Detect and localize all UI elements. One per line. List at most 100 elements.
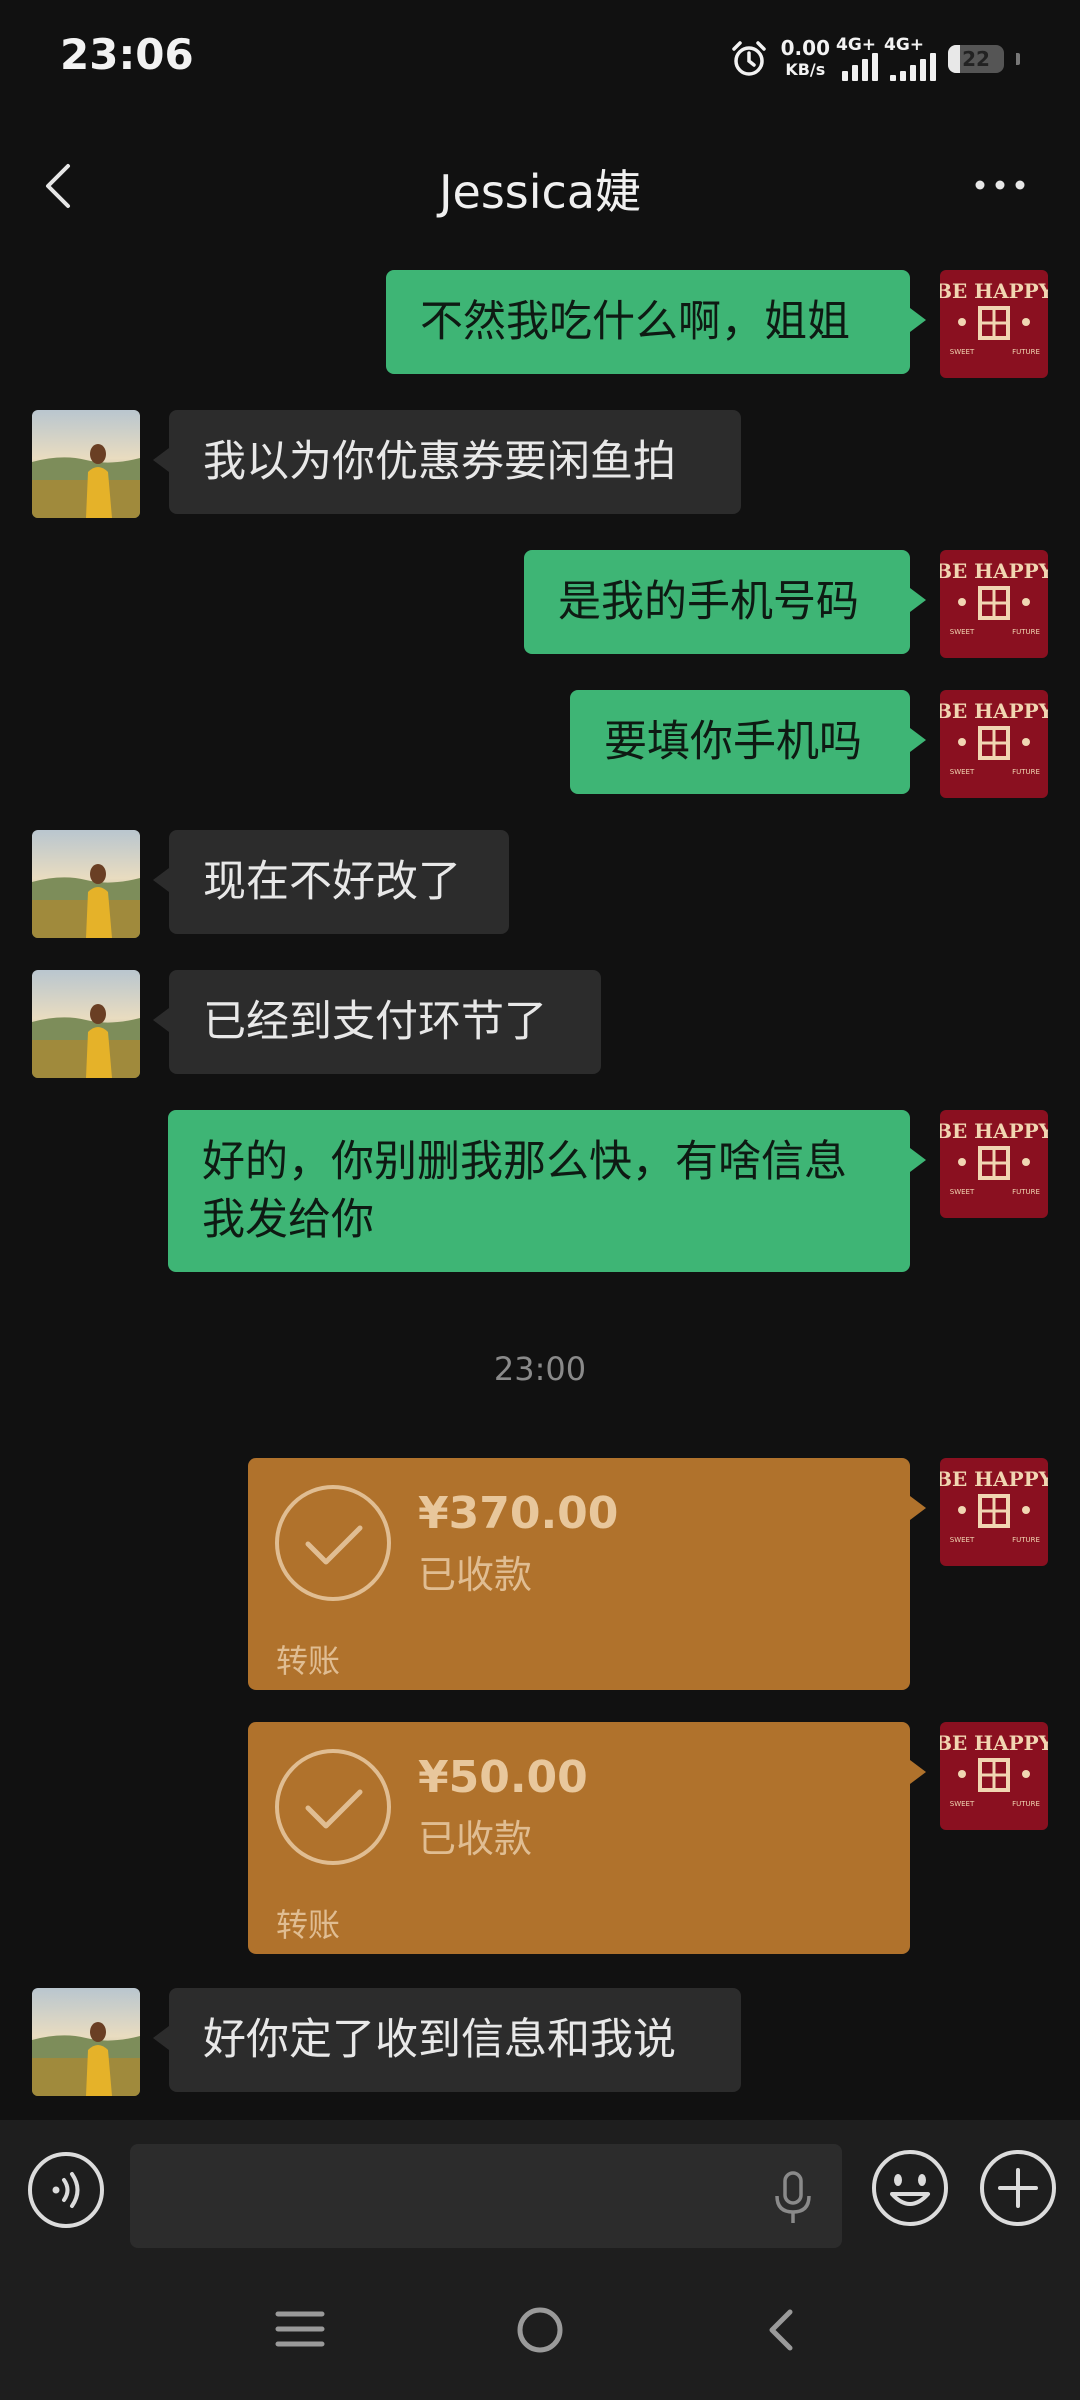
- message-row: 要填你手机吗 BE HAPPY SWEET FUTURE: [0, 690, 1080, 800]
- status-time: 23:06: [60, 30, 194, 79]
- voice-mode-icon[interactable]: [26, 2150, 106, 2230]
- svg-text:SWEET: SWEET: [950, 1536, 975, 1544]
- svg-text:SWEET: SWEET: [950, 628, 975, 636]
- transfer-card[interactable]: ¥50.00 已收款 转账: [248, 1722, 926, 1954]
- network-speed-unit: KB/s: [785, 60, 826, 79]
- svg-text:BE HAPPY: BE HAPPY: [940, 699, 1048, 723]
- message-row: ¥50.00 已收款 转账 BE HAPPY SWEET FUTURE: [0, 1722, 1080, 1956]
- chat-title: Jessica婕: [438, 165, 642, 219]
- avatar-self[interactable]: BE HAPPY SWEET FUTURE: [940, 1458, 1048, 1566]
- message-bubble-other[interactable]: 好你定了收到信息和我说: [153, 1988, 741, 2092]
- happy-avatar-icon: BE HAPPY SWEET FUTURE: [940, 550, 1048, 658]
- happy-avatar-icon: BE HAPPY SWEET FUTURE: [940, 270, 1048, 378]
- transfer-kind: 转账: [276, 1906, 341, 1944]
- signal-sim1-icon: 4G+: [836, 35, 878, 81]
- message-row: ¥370.00 已收款 转账 BE HAPPY SWEET FUTURE: [0, 1458, 1080, 1692]
- message-row: 是我的手机号码 BE HAPPY SWEET FUTURE: [0, 550, 1080, 660]
- avatar-self[interactable]: BE HAPPY SWEET FUTURE: [940, 270, 1048, 378]
- time-separator: 23:00: [493, 1350, 587, 1388]
- svg-text:BE HAPPY: BE HAPPY: [940, 559, 1048, 583]
- avatar-self[interactable]: BE HAPPY SWEET FUTURE: [940, 1110, 1048, 1218]
- message-text: 已经到支付环节了: [203, 997, 547, 1047]
- message-text-line: 好的，你别删我那么快，有啥信息: [202, 1137, 847, 1187]
- svg-text:FUTURE: FUTURE: [1012, 628, 1040, 636]
- message-row: 好你定了收到信息和我说: [0, 1988, 1080, 2098]
- back-nav-icon[interactable]: [756, 2300, 806, 2360]
- svg-text:SWEET: SWEET: [950, 1800, 975, 1808]
- svg-text:BE HAPPY: BE HAPPY: [940, 1119, 1048, 1143]
- svg-text:SWEET: SWEET: [950, 348, 975, 356]
- message-text: 好你定了收到信息和我说: [203, 2015, 676, 2065]
- svg-text:FUTURE: FUTURE: [1012, 1800, 1040, 1808]
- message-bubble-other[interactable]: 现在不好改了: [153, 830, 509, 934]
- transfer-card[interactable]: ¥370.00 已收款 转账: [248, 1458, 926, 1690]
- avatar-other[interactable]: [32, 1988, 140, 2096]
- plus-icon[interactable]: [978, 2148, 1058, 2228]
- message-bubble-other[interactable]: 我以为你优惠券要闲鱼拍: [153, 410, 741, 514]
- status-bar: 23:06 0.00 KB/s 4G+ 4G+ 22: [0, 0, 1080, 116]
- svg-text:SWEET: SWEET: [950, 768, 975, 776]
- message-bubble-self[interactable]: 好的，你别删我那么快，有啥信息 我发给你: [168, 1110, 926, 1272]
- message-row: 不然我吃什么啊，姐姐 BE HAPPY SWEET FUTURE: [0, 270, 1080, 380]
- message-text-line: 我发给你: [202, 1195, 374, 1245]
- transfer-amount: ¥370.00: [418, 1488, 619, 1539]
- contact-photo-icon: [32, 1988, 140, 2096]
- message-text: 要填你手机吗: [604, 717, 862, 767]
- avatar-other[interactable]: [32, 830, 140, 938]
- avatar-self[interactable]: BE HAPPY SWEET FUTURE: [940, 550, 1048, 658]
- input-bar: [0, 2120, 1080, 2260]
- sim1-label: 4G+: [836, 35, 877, 55]
- message-text: 是我的手机号码: [558, 577, 859, 627]
- happy-avatar-icon: BE HAPPY SWEET FUTURE: [940, 690, 1048, 798]
- svg-text:FUTURE: FUTURE: [1012, 1536, 1040, 1544]
- message-list[interactable]: 不然我吃什么啊，姐姐 BE HAPPY SWEET FUTURE 我以为你优惠券…: [0, 256, 1080, 2120]
- svg-text:FUTURE: FUTURE: [1012, 1188, 1040, 1196]
- message-bubble-self[interactable]: 是我的手机号码: [524, 550, 926, 654]
- avatar-self[interactable]: BE HAPPY SWEET FUTURE: [940, 1722, 1048, 1830]
- transfer-kind: 转账: [276, 1642, 341, 1680]
- message-input[interactable]: [130, 2144, 842, 2248]
- more-horizontal-icon[interactable]: [970, 160, 1030, 210]
- svg-text:FUTURE: FUTURE: [1012, 768, 1040, 776]
- message-row: 好的，你别删我那么快，有啥信息 我发给你 BE HAPPY SWEET FUTU…: [0, 1110, 1080, 1274]
- contact-photo-icon: [32, 970, 140, 1078]
- system-nav-bar: [0, 2260, 1080, 2400]
- message-text: 不然我吃什么啊，姐姐: [420, 297, 850, 347]
- message-row: 我以为你优惠券要闲鱼拍: [0, 410, 1080, 520]
- happy-avatar-icon: BE HAPPY SWEET FUTURE: [940, 1458, 1048, 1566]
- status-icons: 0.00 KB/s 4G+ 4G+ 22: [729, 34, 1020, 84]
- signal-sim2-icon: 4G+: [884, 35, 936, 81]
- svg-text:SWEET: SWEET: [950, 1188, 975, 1196]
- message-bubble-self[interactable]: 要填你手机吗: [570, 690, 926, 794]
- avatar-other[interactable]: [32, 410, 140, 518]
- svg-text:BE HAPPY: BE HAPPY: [940, 1731, 1048, 1755]
- network-speed: 0.00 KB/s: [781, 38, 830, 80]
- avatar-self[interactable]: BE HAPPY SWEET FUTURE: [940, 690, 1048, 798]
- network-speed-value: 0.00: [780, 36, 830, 60]
- contact-photo-icon: [32, 410, 140, 518]
- battery-level: 22: [962, 47, 990, 71]
- emoji-icon[interactable]: [870, 2148, 950, 2228]
- svg-text:BE HAPPY: BE HAPPY: [940, 1467, 1048, 1491]
- transfer-amount: ¥50.00: [418, 1752, 588, 1803]
- alarm-icon: [731, 41, 766, 76]
- transfer-status: 已收款: [418, 1553, 533, 1597]
- menu-icon[interactable]: [272, 2304, 328, 2354]
- contact-photo-icon: [32, 830, 140, 938]
- message-row: 已经到支付环节了: [0, 970, 1080, 1080]
- happy-avatar-icon: BE HAPPY SWEET FUTURE: [940, 1110, 1048, 1218]
- svg-text:FUTURE: FUTURE: [1012, 348, 1040, 356]
- message-bubble-self[interactable]: 不然我吃什么啊，姐姐: [386, 270, 926, 374]
- transfer-status: 已收款: [418, 1817, 533, 1861]
- chat-header: Jessica婕: [0, 116, 1080, 256]
- sim2-label: 4G+: [884, 35, 925, 55]
- message-text: 现在不好改了: [203, 857, 461, 907]
- battery-icon: 22: [948, 45, 1004, 73]
- check-circle-icon: [275, 1749, 391, 1865]
- message-bubble-other[interactable]: 已经到支付环节了: [153, 970, 601, 1074]
- message-text: 我以为你优惠券要闲鱼拍: [203, 437, 676, 487]
- avatar-other[interactable]: [32, 970, 140, 1078]
- home-icon[interactable]: [510, 2300, 570, 2360]
- microphone-icon[interactable]: [770, 2170, 816, 2226]
- message-row: 现在不好改了: [0, 830, 1080, 940]
